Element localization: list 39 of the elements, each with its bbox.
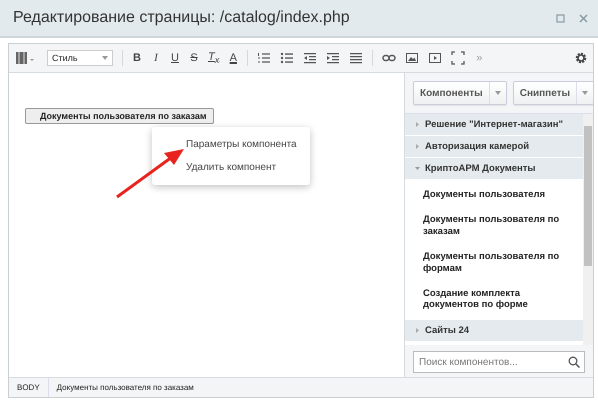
group-header[interactable]: Сайты 24 xyxy=(405,320,583,342)
menu-item[interactable]: Параметры компонента xyxy=(152,133,310,156)
caret-icon[interactable] xyxy=(582,91,588,95)
group-header[interactable]: КриптоАРМ Документы xyxy=(405,158,583,180)
italic-button[interactable]: I xyxy=(151,52,161,64)
component-item[interactable]: Документы пользователя по заказам xyxy=(405,207,583,244)
outdent-icon[interactable] xyxy=(303,51,318,65)
search-field[interactable]: Поиск компонентов... xyxy=(413,351,585,373)
component-item[interactable]: Документы пользователя xyxy=(405,182,583,208)
image-icon[interactable] xyxy=(405,51,420,65)
fullscreen-icon[interactable] xyxy=(451,51,466,65)
group-header[interactable]: Решение "Интернет-магазин" xyxy=(405,114,583,136)
settings-icon[interactable] xyxy=(575,52,587,64)
group-header[interactable]: Авторизация камерой xyxy=(405,136,583,158)
dropdown-button[interactable]: Сниппеты xyxy=(512,81,594,105)
clear-format-button[interactable]: T$_{x}$ xyxy=(208,50,220,66)
scrollbar[interactable] xyxy=(583,114,593,345)
breadcrumb[interactable]: Документы пользователя по заказам xyxy=(48,378,202,397)
numbered-list-icon[interactable] xyxy=(257,51,272,65)
component-block[interactable]: Документы пользователя по заказам xyxy=(25,108,214,124)
video-icon[interactable] xyxy=(428,51,442,65)
view-mode-icon[interactable] xyxy=(15,51,35,65)
bullet-list-icon[interactable] xyxy=(280,51,294,65)
bold-button[interactable]: B xyxy=(132,52,142,64)
dropdown-button[interactable]: Компоненты xyxy=(413,81,507,105)
window-title: Редактирование страницы: /catalog/index.php xyxy=(13,9,351,27)
search-icon[interactable] xyxy=(568,356,580,368)
caret-icon[interactable] xyxy=(102,56,108,60)
component-item[interactable]: Документы пользователя по формам xyxy=(405,244,583,281)
strikethrough-button[interactable]: S xyxy=(189,52,199,64)
style-select[interactable]: Стиль xyxy=(47,50,113,66)
component-item[interactable]: Создание комплекта документов по форме xyxy=(405,280,583,318)
text-color-button[interactable]: A xyxy=(228,52,238,64)
indent-icon[interactable] xyxy=(326,51,340,65)
justify-icon[interactable] xyxy=(349,51,364,65)
breadcrumb[interactable]: BODY xyxy=(9,378,49,397)
caret-icon[interactable] xyxy=(494,91,501,95)
menu-item[interactable]: Удалить компонент xyxy=(152,156,310,179)
underline-button[interactable]: U xyxy=(170,52,180,64)
